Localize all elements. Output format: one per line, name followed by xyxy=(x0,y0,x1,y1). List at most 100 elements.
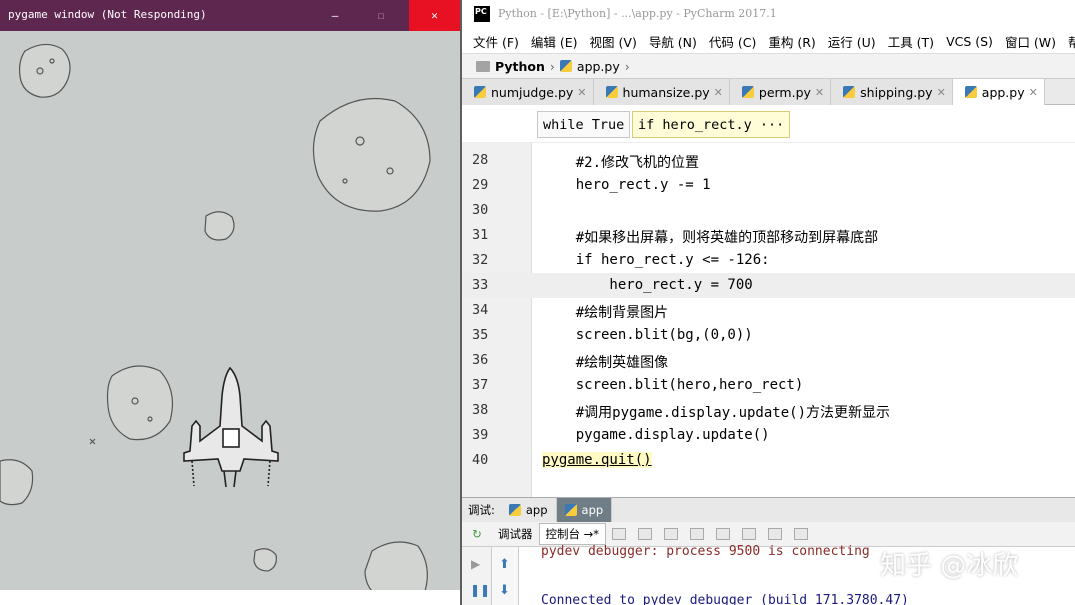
line-number: 28 xyxy=(472,152,489,168)
evaluate-expression-icon[interactable] xyxy=(794,528,809,540)
pause-icon[interactable]: ❚❚ xyxy=(470,583,490,597)
line-number: 30 xyxy=(472,202,489,218)
line-code: #调用pygame.display.update()方法更新显示 xyxy=(542,405,891,421)
python-file-icon xyxy=(474,86,486,98)
editor-tabs: numjudge.py ✕ humansize.py ✕ perm.py ✕ ship… xyxy=(462,79,1075,105)
close-icon: ✕ xyxy=(431,9,438,22)
code-crumb-if[interactable]: if hero_rect.y ··· xyxy=(632,111,791,138)
code-breadcrumb-bar: while True if hero_rect.y ··· xyxy=(462,105,1075,143)
hero-plane xyxy=(183,366,279,488)
run-to-cursor-icon[interactable] xyxy=(768,528,783,540)
code-line[interactable]: 28 #2.修改飞机的位置 xyxy=(462,148,1075,173)
step-out-icon[interactable] xyxy=(742,528,757,540)
tab-debugger[interactable]: 调试器 xyxy=(492,523,539,545)
navigation-bar: Python › app.py › xyxy=(462,53,1075,79)
menu-item-tools[interactable]: 工具 (T) xyxy=(888,32,934,51)
resume-icon[interactable]: ▶ xyxy=(471,557,480,571)
force-step-into-icon[interactable] xyxy=(716,528,731,540)
ide-title-bar[interactable]: PC Python - [E:\Python] - ...\app.py - P… xyxy=(462,0,1075,29)
show-execution-point-icon[interactable] xyxy=(612,528,627,540)
code-line[interactable]: 30 xyxy=(462,198,1075,223)
nav-file[interactable]: app.py xyxy=(577,59,620,74)
line-code: #绘制英雄图像 xyxy=(542,355,669,371)
tab-humansize[interactable]: humansize.py ✕ xyxy=(593,79,730,105)
python-file-icon xyxy=(964,86,977,98)
scroll-up-icon[interactable]: ⬆ xyxy=(499,557,510,572)
code-editor[interactable]: 28 #2.修改飞机的位置 29 hero_rect.y -= 1 30 31 … xyxy=(462,143,1075,497)
pygame-window-bottom xyxy=(0,590,460,605)
line-number: 29 xyxy=(472,177,489,193)
line-number: 33 xyxy=(472,277,489,293)
line-code: #2.修改飞机的位置 xyxy=(542,155,700,171)
python-file-icon xyxy=(564,504,577,516)
code-line[interactable]: 29 hero_rect.y -= 1 xyxy=(462,173,1075,198)
pycharm-window: PC Python - [E:\Python] - ...\app.py - P… xyxy=(460,0,1075,605)
menu-item-code[interactable]: 代码 (C) xyxy=(709,32,756,51)
debug-tab-bar: 调试: app app xyxy=(462,497,1075,523)
tab-label: humansize.py xyxy=(622,84,710,100)
code-line-current[interactable]: 33 hero_rect.y = 700 xyxy=(462,273,1075,298)
code-line[interactable]: 40 pygame.quit() xyxy=(462,448,1075,473)
code-crumb-while[interactable]: while True xyxy=(537,111,631,138)
close-tab-icon[interactable]: ✕ xyxy=(1029,86,1038,99)
pygame-window: pygame window (Not Responding) — ☐ ✕ xyxy=(0,0,460,605)
menu-item-run[interactable]: 运行 (U) xyxy=(828,32,876,51)
tab-app[interactable]: app.py ✕ xyxy=(952,79,1045,105)
debug-side-actions: ▶ ❚❚ xyxy=(462,547,492,605)
menu-item-help[interactable]: 帮助 xyxy=(1068,32,1075,51)
line-code: pygame.quit() xyxy=(542,452,652,468)
python-file-icon xyxy=(605,86,618,98)
code-line[interactable]: 39 pygame.display.update() xyxy=(462,423,1075,448)
debug-tab-label: app xyxy=(581,503,604,517)
pygame-title-bar[interactable]: pygame window (Not Responding) — ☐ ✕ xyxy=(0,0,460,31)
python-file-icon xyxy=(843,86,856,98)
debug-tab-label: app xyxy=(525,503,548,517)
code-line[interactable]: 36 #绘制英雄图像 xyxy=(462,348,1075,373)
menu-item-window[interactable]: 窗口 (W) xyxy=(1005,32,1056,51)
tab-shipping[interactable]: shipping.py ✕ xyxy=(831,79,953,105)
code-line[interactable]: 32 if hero_rect.y <= -126: xyxy=(462,248,1075,273)
step-into-icon[interactable] xyxy=(664,528,679,540)
logo-text: PC xyxy=(475,7,487,16)
close-tab-icon[interactable]: ✕ xyxy=(577,86,586,99)
maximize-icon: ☐ xyxy=(377,9,385,22)
line-number: 34 xyxy=(472,302,489,318)
menu-item-edit[interactable]: 编辑 (E) xyxy=(531,32,578,51)
code-line[interactable]: 31 #如果移出屏幕，则将英雄的顶部移动到屏幕底部 xyxy=(462,223,1075,248)
minimize-button[interactable]: — xyxy=(312,0,358,31)
menu-item-navigate[interactable]: 导航 (N) xyxy=(649,32,697,51)
code-line[interactable]: 38 #调用pygame.display.update()方法更新显示 xyxy=(462,398,1075,423)
tab-numjudge[interactable]: numjudge.py ✕ xyxy=(462,79,594,105)
chevron-right-icon: › xyxy=(624,58,630,74)
close-button[interactable]: ✕ xyxy=(409,0,460,31)
tab-perm[interactable]: perm.py ✕ xyxy=(729,79,832,105)
tab-console[interactable]: 控制台 →* xyxy=(538,523,607,545)
tab-label: perm.py xyxy=(758,84,811,100)
menu-item-file[interactable]: 文件 (F) xyxy=(473,32,519,51)
step-over-icon[interactable] xyxy=(638,528,653,540)
debug-tab-app-1[interactable]: app xyxy=(501,497,557,523)
ide-window-title: Python - [E:\Python] - ...\app.py - PyCh… xyxy=(498,7,777,20)
minimize-icon: — xyxy=(331,9,339,22)
pygame-window-title: pygame window (Not Responding) xyxy=(8,8,207,21)
code-line[interactable]: 34 #绘制背景图片 xyxy=(462,298,1075,323)
scroll-down-icon[interactable]: ⬇ xyxy=(499,583,510,598)
step-into-my-code-icon[interactable] xyxy=(690,528,705,540)
maximize-button[interactable]: ☐ xyxy=(358,0,404,31)
code-line[interactable]: 35 screen.blit(bg,(0,0)) xyxy=(462,323,1075,348)
line-code: hero_rect.y -= 1 xyxy=(542,177,711,193)
python-file-icon xyxy=(508,504,521,516)
close-tab-icon[interactable]: ✕ xyxy=(937,86,946,99)
close-tab-icon[interactable]: ✕ xyxy=(815,86,824,99)
console-line: Connected to pydev debugger (build 171.3… xyxy=(541,593,909,605)
code-line[interactable]: 37 screen.blit(hero,hero_rect) xyxy=(462,373,1075,398)
python-file-icon xyxy=(559,60,572,72)
menu-item-refactor[interactable]: 重构 (R) xyxy=(768,32,815,51)
menu-item-vcs[interactable]: VCS (S) xyxy=(946,34,993,49)
nav-project[interactable]: Python xyxy=(495,59,545,74)
debug-tab-app-2[interactable]: app xyxy=(556,497,613,523)
rerun-icon[interactable]: ↻ xyxy=(462,527,492,541)
debug-label: 调试: xyxy=(468,503,495,517)
close-tab-icon[interactable]: ✕ xyxy=(714,86,723,99)
menu-item-view[interactable]: 视图 (V) xyxy=(590,32,637,51)
